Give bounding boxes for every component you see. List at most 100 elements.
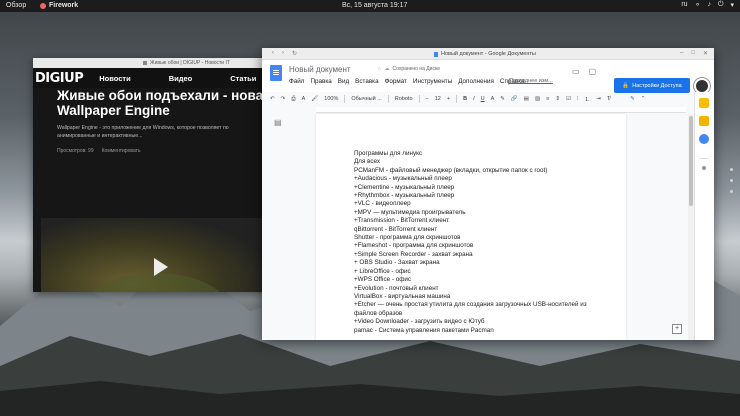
document-line[interactable]: +MPV — мультимедиа проигрыватель — [354, 209, 614, 217]
outline-icon[interactable]: ▤ — [274, 118, 282, 127]
comment-add-icon[interactable]: ▤ — [524, 96, 529, 102]
play-icon[interactable] — [154, 258, 168, 276]
document-line[interactable]: pamac - Система управления пакетами Pacm… — [354, 327, 614, 335]
document-line[interactable]: PCManFM - файловый менеджер (вкладки, от… — [354, 167, 614, 175]
highlight-icon[interactable]: ✎ — [500, 96, 505, 102]
star-icon[interactable]: ☆ — [377, 66, 381, 72]
ruler[interactable] — [316, 107, 686, 113]
document-line[interactable]: файлов образов — [354, 310, 614, 318]
document-name[interactable]: Новый документ — [289, 65, 351, 74]
align-icon[interactable]: ≡ — [546, 96, 549, 102]
document-text[interactable]: Программы для линукс Для всех PCManFM - фа… — [354, 150, 614, 335]
document-line[interactable]: Для всех — [354, 158, 614, 166]
menu-file[interactable]: Файл — [289, 78, 304, 85]
reload-icon[interactable]: ↻ — [292, 50, 297, 57]
comment-link[interactable]: Комментировать — [102, 148, 141, 154]
article-headline-2[interactable]: Wallpaper Engine — [57, 103, 243, 118]
edit-mode-icon[interactable]: ✎ — [630, 96, 635, 102]
menu-view[interactable]: Вид — [338, 78, 349, 85]
menu-format[interactable]: Формат — [385, 78, 407, 85]
close-icon[interactable]: ✕ — [703, 50, 708, 57]
docs-logo-icon[interactable] — [270, 65, 282, 81]
font-size-plus-icon[interactable]: + — [447, 96, 450, 102]
nav-articles[interactable]: Статьи — [230, 74, 256, 83]
document-line[interactable]: +WPS Office - офис — [354, 276, 614, 284]
menu-edit[interactable]: Правка — [310, 78, 331, 85]
minimize-icon[interactable]: – — [680, 50, 683, 57]
forward-icon[interactable]: › — [282, 50, 284, 57]
share-button[interactable]: 🔒 Настройки Доступа — [614, 78, 690, 93]
power-icon[interactable]: ⏻ — [718, 1, 724, 9]
article-headline-1[interactable]: Живые обои подъехали - новая подборка — [57, 88, 267, 103]
text-color-icon[interactable]: A — [491, 96, 495, 102]
menu-tools[interactable]: Инструменты — [413, 78, 452, 85]
scrollbar-thumb[interactable] — [689, 116, 693, 206]
italic-icon[interactable]: I — [473, 96, 475, 102]
present-icon[interactable]: ▢ — [589, 67, 597, 76]
indent-icon[interactable]: ⇥ — [596, 96, 601, 102]
document-line[interactable]: +Audacious - музыкальный плеер — [354, 175, 614, 183]
font-select[interactable]: Roboto — [395, 96, 413, 102]
document-line[interactable]: + OBS Studio - Захват экрана — [354, 259, 614, 267]
image-icon[interactable]: ▨ — [535, 96, 540, 102]
browser-titlebar[interactable]: Живые обои | DIGIUP - Новости IT — [33, 58, 267, 68]
tasks-icon[interactable] — [699, 134, 709, 144]
document-line[interactable]: Shutter - программа для скриншотов — [354, 234, 614, 242]
calendar-icon[interactable] — [699, 116, 709, 126]
workspace-dot[interactable] — [730, 179, 733, 182]
document-line[interactable]: +Etcher — очень простая утилита для созд… — [354, 301, 614, 309]
underline-icon[interactable]: U — [481, 96, 485, 102]
explore-button[interactable]: + — [672, 324, 682, 334]
workspace-dot[interactable] — [730, 168, 733, 171]
document-line[interactable]: +Video Downloader - загрузить видео с Ют… — [354, 318, 614, 326]
last-edit-link[interactable]: Последнее изм... — [509, 78, 553, 84]
print-icon[interactable]: ⎙ — [291, 96, 295, 103]
docs-titlebar[interactable]: ‹ › ↻ Новый документ - Google Документы … — [262, 48, 714, 60]
document-line[interactable]: +Simple Screen Recorder - захват экрана — [354, 251, 614, 259]
add-addon-icon[interactable] — [702, 166, 706, 170]
style-select[interactable]: Обычный ... — [351, 96, 381, 102]
document-line[interactable]: +Flameshot - программа для скриншотов — [354, 242, 614, 250]
back-icon[interactable]: ‹ — [272, 50, 274, 57]
site-logo[interactable]: DIGIUP — [35, 71, 84, 86]
comments-icon[interactable]: ▭ — [572, 67, 580, 76]
nav-news[interactable]: Новости — [99, 74, 130, 83]
document-line[interactable]: +Transmission - BitTorrent клиент — [354, 217, 614, 225]
video-player[interactable] — [41, 218, 267, 292]
keyboard-layout[interactable]: ru — [681, 1, 687, 9]
dropdown-icon[interactable]: ▾ — [730, 1, 734, 9]
document-line[interactable]: +Rhythmbox - музыкальный плеер — [354, 192, 614, 200]
redo-icon[interactable]: ↷ — [281, 96, 286, 102]
document-line[interactable]: +Evolution - почтовый клиент — [354, 285, 614, 293]
clock[interactable]: Вс, 15 августа 19:17 — [342, 2, 407, 9]
spellcheck-icon[interactable]: A — [302, 96, 306, 102]
document-line[interactable]: +Clementine - музыкальный плеер — [354, 184, 614, 192]
collapse-icon[interactable]: ⌃ — [641, 96, 646, 102]
font-size-minus-icon[interactable]: − — [426, 96, 429, 102]
zoom-select[interactable]: 100% — [324, 96, 338, 102]
bullets-icon[interactable]: ⁝ — [577, 96, 579, 102]
line-spacing-icon[interactable]: ⇕ — [555, 96, 560, 102]
bold-icon[interactable]: B — [463, 96, 467, 102]
numbered-list-icon[interactable]: ⒈ — [585, 95, 591, 103]
volume-icon[interactable]: ♪ — [707, 1, 711, 9]
link-icon[interactable]: 🔗 — [511, 96, 518, 102]
checklist-icon[interactable]: ☑ — [566, 96, 571, 102]
maximize-icon[interactable]: □ — [691, 50, 695, 57]
clear-format-icon[interactable]: T̸ — [607, 96, 610, 102]
document-line[interactable]: Программы для линукс — [354, 150, 614, 158]
active-app-menu[interactable]: Firework — [49, 2, 78, 9]
network-icon[interactable]: ⚬ — [695, 1, 701, 9]
paint-format-icon[interactable]: 🖌 — [311, 96, 318, 102]
overview-button[interactable]: Обзор — [6, 2, 26, 9]
document-line[interactable]: +VLC - видеоплеер — [354, 200, 614, 208]
nav-video[interactable]: Видео — [169, 74, 193, 83]
workspace-dot[interactable] — [730, 190, 733, 193]
document-page[interactable]: Программы для линукс Для всех PCManFM - фа… — [316, 114, 626, 340]
font-size-field[interactable]: 12 — [435, 96, 441, 102]
keep-icon[interactable] — [699, 98, 709, 108]
menu-addons[interactable]: Дополнения — [458, 78, 494, 85]
document-line[interactable]: + LibreOffice - офис — [354, 268, 614, 276]
menu-insert[interactable]: Вставка — [355, 78, 378, 85]
undo-icon[interactable]: ↶ — [270, 96, 275, 102]
